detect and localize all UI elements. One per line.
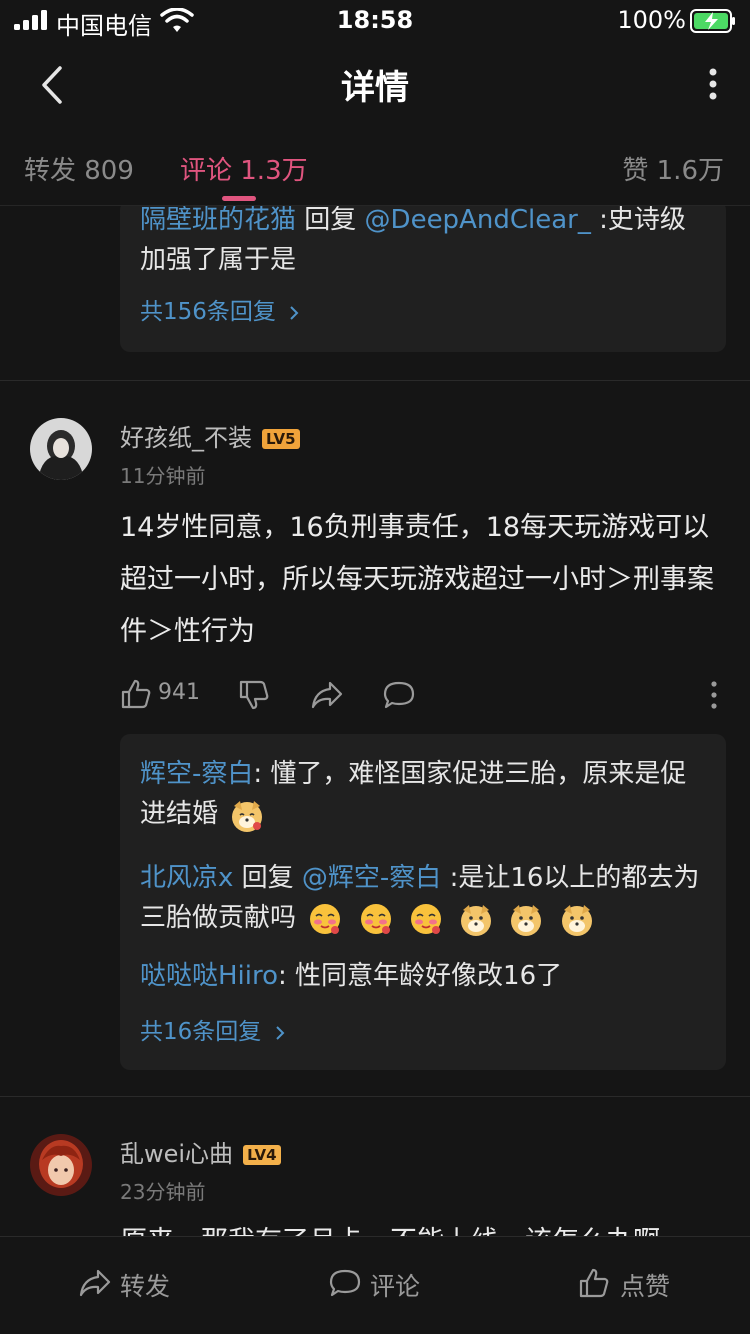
more-vertical-icon[interactable] xyxy=(706,678,722,712)
page-title: 详情 xyxy=(341,68,409,108)
chevron-right-icon xyxy=(275,1025,285,1040)
reply-item[interactable]: 隔壁班的花猫 回复 @DeepAndClear_ :史诗级加强了属于是 xyxy=(140,206,706,280)
reply-box[interactable]: 辉空-察白: 懂了，难怪国家促进三胎，原来是促进结婚 北风凉x 回复 @辉空-察… xyxy=(120,734,726,1070)
reply-connector: 回复 xyxy=(233,863,302,893)
chevron-right-icon xyxy=(290,305,299,320)
battery-charging-icon xyxy=(690,9,735,33)
status-bar: 中国电信 18:58 100% xyxy=(0,0,750,44)
comment-text: 原来，那我有了月卡，不能上线，该怎么办啊 xyxy=(120,1216,730,1236)
like-button[interactable]: 点赞 xyxy=(578,1267,678,1303)
tab-like[interactable]: 赞 1.6万 xyxy=(622,150,724,187)
like-button[interactable]: 941 xyxy=(120,678,210,712)
comment-label: 评论 xyxy=(370,1272,421,1301)
nav-bar: 详情 xyxy=(0,44,750,124)
more-vertical-icon[interactable] xyxy=(698,64,728,104)
reply-item[interactable]: 哒哒哒Hiiro: 性同意年龄好像改16了 xyxy=(140,956,706,996)
like-label: 点赞 xyxy=(620,1272,671,1301)
username-text: 乱wei心曲 xyxy=(120,1140,234,1168)
avatar[interactable] xyxy=(30,1134,92,1196)
avatar-image xyxy=(30,418,92,480)
level-badge: LV4 xyxy=(243,1145,281,1165)
bottom-action-bar: 转发 评论 点赞 xyxy=(0,1236,750,1334)
username-text: 好孩纸_不装 xyxy=(120,424,252,452)
comment-button[interactable]: 评论 xyxy=(328,1267,428,1303)
reply-username[interactable]: 辉空-察白 xyxy=(140,759,253,789)
share-icon[interactable] xyxy=(310,678,344,712)
comment-time: 23分钟前 xyxy=(120,1180,206,1204)
thumbs-up-icon xyxy=(121,679,151,709)
avatar[interactable] xyxy=(30,418,92,480)
dog-emoji-icon xyxy=(561,904,592,936)
reply-username[interactable]: 哒哒哒Hiiro xyxy=(140,961,278,991)
level-badge: LV5 xyxy=(262,429,300,449)
thumbs-down-icon[interactable] xyxy=(238,678,270,712)
comment-username[interactable]: 好孩纸_不装 LV5 xyxy=(120,418,300,453)
battery-percent: 100% xyxy=(617,6,686,34)
comment-username[interactable]: 乱wei心曲 LV4 xyxy=(120,1134,281,1169)
dog-emoji-icon xyxy=(511,904,542,936)
divider xyxy=(0,1096,750,1097)
repost-label: 转发 xyxy=(120,1272,171,1301)
divider xyxy=(0,380,750,381)
reply-box[interactable]: 隔壁班的花猫 回复 @DeepAndClear_ :史诗级加强了属于是 共156… xyxy=(120,206,726,352)
more-replies-link[interactable]: 共16条回复 xyxy=(140,1012,287,1046)
thumbs-up-icon xyxy=(579,1268,609,1298)
comment-icon xyxy=(329,1269,361,1297)
reply-mention[interactable]: @辉空-察白 xyxy=(302,863,441,893)
reply-username[interactable]: 北风凉x xyxy=(140,863,233,893)
tab-active-indicator xyxy=(222,196,256,201)
tab-bar: 转发 809 评论 1.3万 赞 1.6万 xyxy=(0,124,750,206)
blushing-emoji-icon xyxy=(310,903,341,934)
dog-emoji-icon xyxy=(232,800,263,832)
like-count: 941 xyxy=(158,680,200,705)
repost-button[interactable]: 转发 xyxy=(78,1267,178,1303)
blushing-emoji-icon xyxy=(360,903,391,934)
comment-text: 14岁性同意，16负刑事责任，18每天玩游戏可以超过一小时，所以每天玩游戏超过一… xyxy=(120,512,714,647)
tab-comment[interactable]: 评论 1.3万 xyxy=(180,150,308,187)
reply-text: : 性同意年龄好像改16了 xyxy=(278,961,563,991)
dog-emoji-icon xyxy=(461,904,492,936)
more-replies-label: 共16条回复 xyxy=(140,1019,262,1045)
comment-time: 11分钟前 xyxy=(120,464,206,488)
reply-item[interactable]: 辉空-察白: 懂了，难怪国家促进三胎，原来是促进结婚 xyxy=(140,754,706,834)
tab-repost[interactable]: 转发 809 xyxy=(24,150,134,187)
blushing-emoji-icon xyxy=(410,903,441,934)
avatar-image xyxy=(30,1134,92,1196)
reply-username[interactable]: 隔壁班的花猫 xyxy=(140,206,296,235)
reply-connector: 回复 xyxy=(296,206,365,235)
reply-item[interactable]: 北风凉x 回复 @辉空-察白 :是让16以上的都去为三胎做贡献吗 xyxy=(140,858,706,938)
comment-icon[interactable] xyxy=(382,678,416,712)
more-replies-link[interactable]: 共156条回复 xyxy=(140,292,301,326)
comment-list[interactable]: 隔壁班的花猫 回复 @DeepAndClear_ :史诗级加强了属于是 共156… xyxy=(0,206,750,1236)
more-replies-label: 共156条回复 xyxy=(140,299,276,325)
share-icon xyxy=(79,1269,111,1297)
reply-mention[interactable]: @DeepAndClear_ xyxy=(365,206,591,235)
